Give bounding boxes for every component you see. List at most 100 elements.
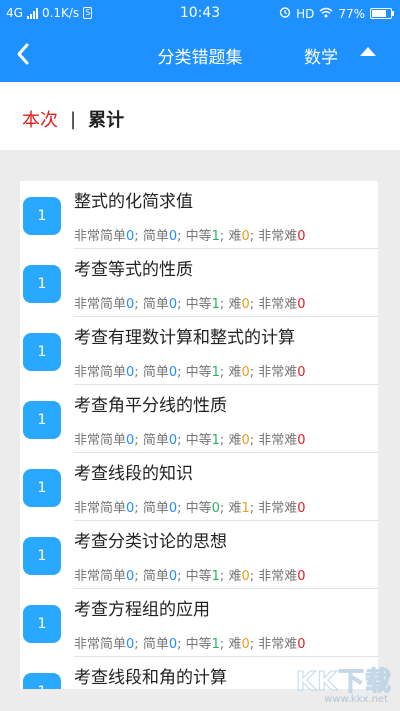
stat-value-medium: 1 <box>211 637 220 652</box>
stat-label-very-easy: 非常简单 <box>74 297 127 312</box>
stat-separator: ; <box>177 297 186 312</box>
error-category-list: 1 整式的化简求值 非常简单0; 简单0; 中等1; 难0; 非常难0 1 考查等式的性… <box>20 181 378 689</box>
stat-value-medium: 1 <box>211 229 220 244</box>
stat-label-medium: 中等 <box>185 501 212 516</box>
count-badge: 1 <box>23 537 61 575</box>
stat-value-very-hard: 0 <box>297 637 306 652</box>
status-right: HD 77% <box>279 6 394 21</box>
stat-label-very-easy: 非常简单 <box>74 365 127 380</box>
stat-separator: ; <box>134 569 143 584</box>
stat-value-medium: 1 <box>211 365 220 380</box>
stat-value-easy: 0 <box>168 433 178 448</box>
count-badge: 1 <box>23 401 61 439</box>
stat-separator: ; <box>134 229 143 244</box>
stat-label-very-hard: 非常难 <box>258 297 298 312</box>
tabs: 本次 | 累计 <box>22 106 124 132</box>
app-bar: 分类错题集 数学 <box>0 27 400 82</box>
count-badge: 1 <box>23 265 61 303</box>
stat-separator: ; <box>177 569 186 584</box>
stat-value-hard: 0 <box>241 637 250 652</box>
stat-separator: ; <box>134 297 143 312</box>
stat-label-easy: 简单 <box>142 501 169 516</box>
stat-separator: ; <box>134 637 143 652</box>
stat-label-easy: 简单 <box>142 365 169 380</box>
stat-separator: ; <box>177 433 186 448</box>
stat-value-easy: 0 <box>168 229 178 244</box>
tab-separator: | <box>70 108 77 130</box>
stat-separator: ; <box>249 365 259 380</box>
difficulty-stats: 非常简单0; 简单0; 中等1; 难0; 非常难0 <box>74 225 306 244</box>
stat-separator: ; <box>134 433 143 448</box>
stat-label-hard: 难 <box>228 365 242 380</box>
caret-up-icon[interactable] <box>360 47 376 56</box>
list-item[interactable]: 1 考查等式的性质 非常简单0; 简单0; 中等1; 难0; 非常难0 <box>20 249 378 317</box>
stat-label-easy: 简单 <box>142 569 169 584</box>
stat-label-hard: 难 <box>228 433 242 448</box>
stat-value-very-hard: 0 <box>297 433 306 448</box>
stat-value-medium: 1 <box>211 433 220 448</box>
list-item[interactable]: 1 考查线段的知识 非常简单0; 简单0; 中等0; 难1; 非常难0 <box>20 453 378 521</box>
hd-label: HD <box>296 6 315 21</box>
tab-bar: 本次 | 累计 <box>0 82 400 150</box>
stat-value-very-hard: 0 <box>297 229 306 244</box>
item-title: 考查线段的知识 <box>74 464 193 484</box>
list-item[interactable]: 1 考查有理数计算和整式的计算 非常简单0; 简单0; 中等1; 难0; 非常难0 <box>20 317 378 385</box>
stat-label-medium: 中等 <box>185 365 212 380</box>
watermark-logo: KK下载 <box>295 667 392 698</box>
stat-separator: ; <box>249 637 259 652</box>
stat-value-easy: 0 <box>168 365 178 380</box>
stat-label-very-hard: 非常难 <box>258 637 298 652</box>
stat-value-medium: 1 <box>211 569 220 584</box>
stat-separator: ; <box>177 229 186 244</box>
stat-separator: ; <box>249 501 259 516</box>
battery-fill <box>372 10 386 17</box>
stat-separator: ; <box>249 569 259 584</box>
battery-percent: 77% <box>338 6 365 21</box>
stat-label-very-easy: 非常简单 <box>74 569 127 584</box>
subject-selector[interactable]: 数学 <box>304 43 338 68</box>
list-item[interactable]: 1 考查角平分线的性质 非常简单0; 简单0; 中等1; 难0; 非常难0 <box>20 385 378 453</box>
stat-label-very-easy: 非常简单 <box>74 229 127 244</box>
difficulty-stats: 非常简单0; 简单0; 中等1; 难0; 非常难0 <box>74 633 306 652</box>
stat-label-hard: 难 <box>228 501 242 516</box>
stat-separator: ; <box>249 229 259 244</box>
count-badge: 1 <box>23 673 61 689</box>
stat-label-very-easy: 非常简单 <box>74 637 127 652</box>
stat-value-easy: 0 <box>168 637 178 652</box>
count-badge: 1 <box>23 469 61 507</box>
alarm-icon <box>279 6 291 21</box>
watermark: KK下载 www.kkx.net <box>280 655 392 706</box>
status-bar: 4G 0.1K/s S 10:43 HD 77% <box>0 0 400 27</box>
stat-value-very-hard: 0 <box>297 297 306 312</box>
stat-label-very-easy: 非常简单 <box>74 501 127 516</box>
watermark-url: www.kkx.net <box>324 694 388 705</box>
list-item[interactable]: 1 考查分类讨论的思想 非常简单0; 简单0; 中等1; 难0; 非常难0 <box>20 521 378 589</box>
item-title: 考查等式的性质 <box>74 260 193 280</box>
stat-label-medium: 中等 <box>185 433 212 448</box>
tab-total[interactable]: 累计 <box>88 106 124 132</box>
stat-label-medium: 中等 <box>185 569 212 584</box>
stat-value-hard: 0 <box>241 569 250 584</box>
stat-separator: ; <box>177 637 186 652</box>
stat-value-hard: 0 <box>241 297 250 312</box>
stat-value-easy: 0 <box>168 297 178 312</box>
stat-separator: ; <box>177 365 186 380</box>
difficulty-stats: 非常简单0; 简单0; 中等1; 难0; 非常难0 <box>74 361 306 380</box>
count-badge: 1 <box>23 333 61 371</box>
stat-value-easy: 0 <box>168 501 178 516</box>
count-badge: 1 <box>23 197 61 235</box>
stat-label-very-easy: 非常简单 <box>74 433 127 448</box>
stat-label-very-hard: 非常难 <box>258 569 298 584</box>
wifi-icon <box>319 7 333 21</box>
difficulty-stats: 非常简单0; 简单0; 中等1; 难0; 非常难0 <box>74 429 306 448</box>
list-item[interactable]: 1 考查方程组的应用 非常简单0; 简单0; 中等1; 难0; 非常难0 <box>20 589 378 657</box>
difficulty-stats: 非常简单0; 简单0; 中等1; 难0; 非常难0 <box>74 293 306 312</box>
stat-label-hard: 难 <box>228 569 242 584</box>
stat-value-medium: 1 <box>211 297 220 312</box>
stat-separator: ; <box>134 365 143 380</box>
stat-label-hard: 难 <box>228 637 242 652</box>
stat-value-easy: 0 <box>168 569 178 584</box>
list-item[interactable]: 1 整式的化简求值 非常简单0; 简单0; 中等1; 难0; 非常难0 <box>20 181 378 249</box>
stat-label-medium: 中等 <box>185 297 212 312</box>
tab-current[interactable]: 本次 <box>22 106 58 132</box>
